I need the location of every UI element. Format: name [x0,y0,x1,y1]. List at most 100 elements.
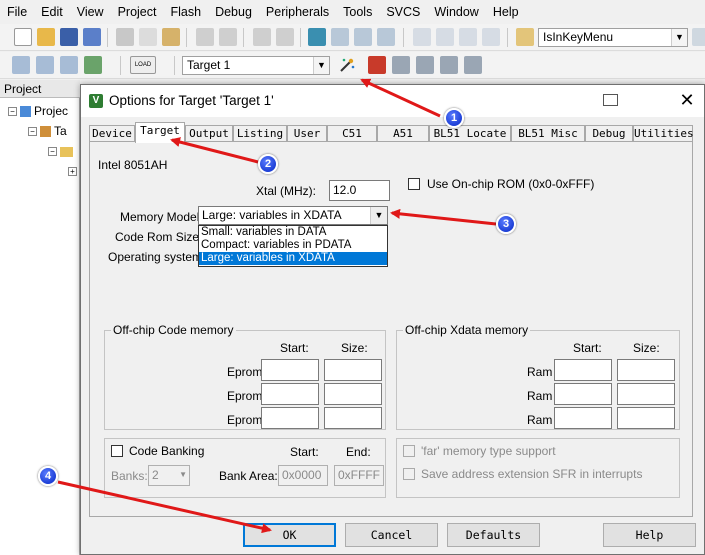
collapse-icon[interactable]: − [48,147,57,157]
help-button[interactable]: Help [603,523,696,547]
pack-installer-icon[interactable] [440,56,458,74]
rebuild-icon[interactable] [60,56,78,74]
target-combo[interactable]: Target 1 ▼ [182,56,330,75]
tab-a51[interactable]: A51 [377,125,429,142]
memory-model-option[interactable]: Small: variables in DATA [199,226,387,239]
code-banking-checkbox[interactable] [111,445,123,457]
tree-target[interactable]: − Ta [28,124,67,138]
collapse-icon[interactable]: − [8,107,17,117]
uncomment-icon[interactable] [482,28,500,46]
chevron-down-icon[interactable]: ▼ [313,57,329,74]
nav-back-icon[interactable] [253,28,271,46]
expand-icon[interactable]: + [68,167,77,177]
restore-icon[interactable] [603,94,618,106]
comment-icon[interactable] [459,28,477,46]
save-icon[interactable] [60,28,78,46]
tab-device[interactable]: Device [89,125,135,142]
clear-bookmarks-icon[interactable] [377,28,395,46]
tab-debug[interactable]: Debug [585,125,633,142]
prev-bookmark-icon[interactable] [331,28,349,46]
target-options-wand-icon[interactable] [338,56,356,74]
undo-icon[interactable] [196,28,214,46]
select-packs-icon[interactable] [392,56,410,74]
cancel-button[interactable]: Cancel [345,523,438,547]
function-combo[interactable]: IsInKeyMenu ▼ [538,28,688,47]
open-folder-icon[interactable] [37,28,55,46]
menu-debug[interactable]: Debug [208,0,259,24]
save-sfr-checkbox[interactable] [403,468,415,480]
next-bookmark-icon[interactable] [354,28,372,46]
defaults-button[interactable]: Defaults [447,523,540,547]
ram-size-input-3[interactable] [617,407,675,429]
onchip-rom-checkbox[interactable] [408,178,420,190]
tab-utilities[interactable]: Utilities [633,125,694,142]
chevron-down-icon[interactable]: ▼ [179,466,187,484]
close-icon[interactable]: ✕ [677,89,697,111]
find-in-files-icon[interactable] [516,28,534,46]
build-icon[interactable] [36,56,54,74]
chevron-down-icon[interactable]: ▼ [671,29,687,46]
tab-user[interactable]: User [287,125,327,142]
chevron-down-icon[interactable]: ▼ [370,207,387,224]
tab-bl51-locate[interactable]: BL51 Locate [429,125,511,142]
menu-edit[interactable]: Edit [34,0,70,24]
menu-help[interactable]: Help [486,0,526,24]
xtal-input[interactable]: 12.0 [329,180,390,201]
ram-start-input-3[interactable] [554,407,612,429]
rte-icon[interactable] [464,56,482,74]
ok-button[interactable]: OK [243,523,336,547]
eprom-start-input-2[interactable] [261,383,319,405]
tab-target[interactable]: Target [135,122,185,143]
nav-forward-icon[interactable] [276,28,294,46]
copy-icon[interactable] [139,28,157,46]
menu-window[interactable]: Window [427,0,485,24]
bank-end-input[interactable]: 0xFFFF [334,465,384,486]
memory-model-option-selected[interactable]: Large: variables in XDATA [199,252,387,265]
annotation-badge-2: 2 [258,154,278,174]
menu-peripherals[interactable]: Peripherals [259,0,336,24]
unindent-icon[interactable] [436,28,454,46]
ram-start-input-1[interactable] [554,359,612,381]
tree-file[interactable]: + [68,164,80,178]
tree-group[interactable]: − [48,144,73,158]
redo-icon[interactable] [219,28,237,46]
banks-select[interactable]: 2 ▼ [148,465,190,486]
eprom-start-input-1[interactable] [261,359,319,381]
ram-size-input-2[interactable] [617,383,675,405]
far-memory-checkbox[interactable] [403,445,415,457]
tab-bl51-misc[interactable]: BL51 Misc [511,125,585,142]
manage-runtime-icon[interactable] [416,56,434,74]
eprom-size-input-3[interactable] [324,407,382,429]
batch-build-icon[interactable] [84,56,102,74]
ram-size-input-1[interactable] [617,359,675,381]
manage-project-icon[interactable] [368,56,386,74]
indent-icon[interactable] [413,28,431,46]
eprom-start-input-3[interactable] [261,407,319,429]
memory-model-select[interactable]: Large: variables in XDATA ▼ [198,206,388,225]
eprom-size-input-2[interactable] [324,383,382,405]
translate-icon[interactable] [12,56,30,74]
download-load-icon[interactable]: LOAD [130,56,156,74]
toolbar-more-icon[interactable] [692,28,705,46]
save-all-icon[interactable] [83,28,101,46]
menu-project[interactable]: Project [111,0,164,24]
bank-start-input[interactable]: 0x0000 [278,465,328,486]
menu-file[interactable]: File [0,0,34,24]
eprom-size-input-1[interactable] [324,359,382,381]
memory-model-option[interactable]: Compact: variables in PDATA [199,239,387,252]
tab-c51[interactable]: C51 [327,125,377,142]
tab-output[interactable]: Output [185,125,233,142]
menu-view[interactable]: View [70,0,111,24]
new-file-icon[interactable] [14,28,32,46]
paste-icon[interactable] [162,28,180,46]
menu-flash[interactable]: Flash [163,0,208,24]
menu-tools[interactable]: Tools [336,0,379,24]
cut-icon[interactable] [116,28,134,46]
tab-listing[interactable]: Listing [233,125,287,142]
menu-svcs[interactable]: SVCS [379,0,427,24]
memory-model-value: Large: variables in XDATA [202,208,342,222]
ram-start-input-2[interactable] [554,383,612,405]
tree-project-root[interactable]: − Projec [8,104,68,118]
bookmark-icon[interactable] [308,28,326,46]
collapse-icon[interactable]: − [28,127,37,137]
